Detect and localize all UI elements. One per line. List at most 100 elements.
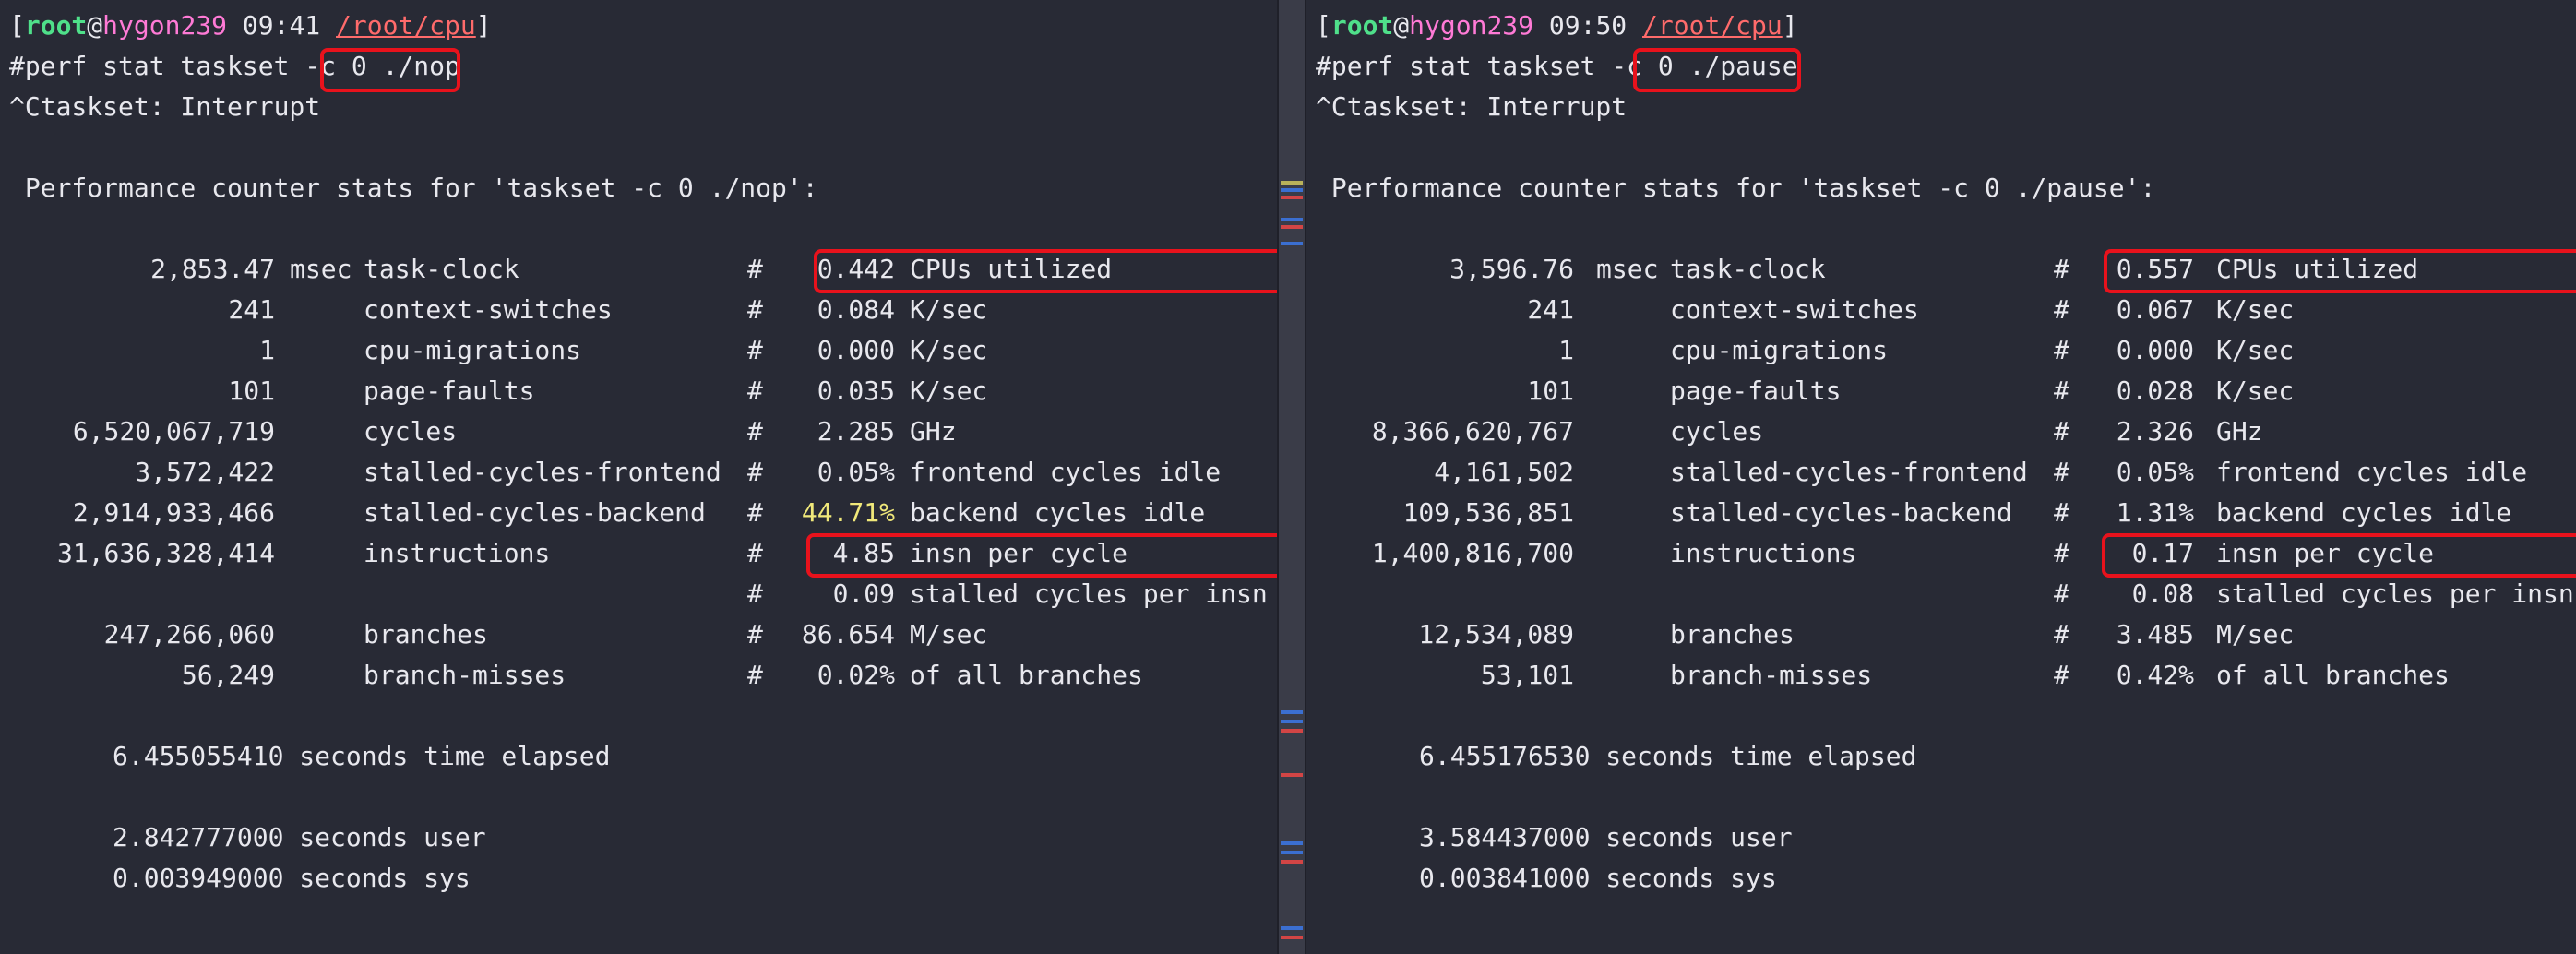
prompt-line: [root@hygon239 09:41 /root/cpu] <box>9 10 492 41</box>
command-line: #perf stat taskset -c 0 ./nop <box>9 51 460 81</box>
metric-value: 86.654 <box>801 619 895 650</box>
event-name: branch-misses <box>1670 660 1873 690</box>
metric-value: 4.85 <box>832 538 895 568</box>
event-name: branch-misses <box>364 660 566 690</box>
metric-value: 1.31% <box>2116 497 2194 528</box>
counter-value: 109,536,851 <box>1402 497 1574 528</box>
scroll-marker <box>1281 720 1303 723</box>
metric-desc: stalled cycles per insn <box>910 578 1268 609</box>
time-user: 2.842777000 seconds user <box>113 822 486 853</box>
scroll-marker <box>1281 936 1303 939</box>
scroll-marker <box>1281 710 1303 714</box>
scroll-marker <box>1281 196 1303 199</box>
counter-value: 3,572,422 <box>135 457 275 487</box>
comment-hash: # <box>747 538 763 568</box>
metric-value: 2.285 <box>817 416 895 447</box>
interrupt-line: ^Ctaskset: Interrupt <box>1316 91 1628 122</box>
metric-desc: frontend cycles idle <box>2216 457 2528 487</box>
comment-hash: # <box>747 619 763 650</box>
comment-hash: # <box>747 457 763 487</box>
command-arg: 0 ./nop <box>351 51 460 81</box>
counter-value: 12,534,089 <box>1418 619 1574 650</box>
scroll-marker <box>1281 926 1303 930</box>
event-name: page-faults <box>364 376 535 406</box>
metric-desc: K/sec <box>2216 294 2295 325</box>
time-elapsed: 6.455176530 seconds time elapsed <box>1419 741 1917 771</box>
scroll-marker <box>1281 181 1303 185</box>
terminal-pane-left[interactable]: [root@hygon239 09:41 /root/cpu] #perf st… <box>0 0 1277 954</box>
scroll-marker <box>1281 841 1303 845</box>
comment-hash: # <box>747 578 763 609</box>
comment-hash: # <box>747 335 763 365</box>
event-name: stalled-cycles-frontend <box>364 457 722 487</box>
metric-value: 0.42% <box>2116 660 2194 690</box>
metric-desc: K/sec <box>2216 376 2295 406</box>
metric-value: 0.084 <box>817 294 895 325</box>
metric-desc: K/sec <box>910 294 988 325</box>
counter-value: 1,400,816,700 <box>1371 538 1574 568</box>
event-name: context-switches <box>364 294 613 325</box>
command-arg: 0 ./pause <box>1657 51 1798 81</box>
time-user: 3.584437000 seconds user <box>1419 822 1793 853</box>
counter-value: 3,596.76 <box>1449 254 1574 284</box>
comment-hash: # <box>747 497 763 528</box>
comment-hash: # <box>2054 335 2069 365</box>
metric-value: 0.08 <box>2131 578 2194 609</box>
metric-value: 2.326 <box>2116 416 2194 447</box>
metric-value: 0.09 <box>832 578 895 609</box>
event-name: task-clock <box>364 254 519 284</box>
comment-hash: # <box>2054 619 2069 650</box>
stats-header: Performance counter stats for 'taskset -… <box>9 173 818 203</box>
metric-value: 0.557 <box>2116 254 2194 284</box>
metric-desc: K/sec <box>2216 335 2295 365</box>
comment-hash: # <box>747 660 763 690</box>
counter-value: 2,914,933,466 <box>72 497 275 528</box>
interrupt-line: ^Ctaskset: Interrupt <box>9 91 321 122</box>
metric-desc: GHz <box>2216 416 2263 447</box>
scroll-marker <box>1281 773 1303 777</box>
metric-value: 0.05% <box>817 457 895 487</box>
metric-desc: backend cycles idle <box>2216 497 2512 528</box>
metric-value: 0.000 <box>817 335 895 365</box>
metric-desc: K/sec <box>910 376 988 406</box>
event-name: context-switches <box>1670 294 1919 325</box>
comment-hash: # <box>2054 376 2069 406</box>
metric-value: 0.05% <box>2116 457 2194 487</box>
scroll-marker <box>1281 851 1303 854</box>
metric-value: 0.035 <box>817 376 895 406</box>
metric-desc: M/sec <box>2216 619 2295 650</box>
prompt-line: [root@hygon239 09:50 /root/cpu] <box>1316 10 1798 41</box>
counter-value: 2,853.47 <box>150 254 275 284</box>
metric-desc: CPUs utilized <box>910 254 1113 284</box>
comment-hash: # <box>747 376 763 406</box>
event-name: stalled-cycles-backend <box>364 497 706 528</box>
event-name: stalled-cycles-frontend <box>1670 457 2028 487</box>
event-name: cycles <box>1670 416 1764 447</box>
time-elapsed: 6.455055410 seconds time elapsed <box>113 741 611 771</box>
comment-hash: # <box>2054 457 2069 487</box>
counter-value: 56,249 <box>181 660 275 690</box>
scroll-marker <box>1281 729 1303 733</box>
counter-value: 101 <box>228 376 275 406</box>
command-line: #perf stat taskset -c 0 ./pause <box>1316 51 1798 81</box>
event-name: branches <box>1670 619 1795 650</box>
metric-value: 0.067 <box>2116 294 2194 325</box>
event-name: branches <box>364 619 488 650</box>
comment-hash: # <box>2054 254 2069 284</box>
time-sys: 0.003949000 seconds sys <box>113 863 471 893</box>
scroll-marker <box>1281 242 1303 245</box>
counter-value: 6,520,067,719 <box>72 416 275 447</box>
metric-desc: of all branches <box>910 660 1143 690</box>
counter-value: 1 <box>1558 335 1574 365</box>
scrollbar[interactable] <box>1279 0 1305 954</box>
metric-value: 0.17 <box>2131 538 2194 568</box>
event-name: instructions <box>1670 538 1857 568</box>
counter-value: 53,101 <box>1480 660 1574 690</box>
terminal-pane-right[interactable]: [root@hygon239 09:50 /root/cpu] #perf st… <box>1306 0 2576 954</box>
counter-value: 8,366,620,767 <box>1371 416 1574 447</box>
comment-hash: # <box>747 294 763 325</box>
counter-value: 31,636,328,414 <box>56 538 275 568</box>
stats-header: Performance counter stats for 'taskset -… <box>1316 173 2156 203</box>
metric-desc: K/sec <box>910 335 988 365</box>
event-name: page-faults <box>1670 376 1842 406</box>
